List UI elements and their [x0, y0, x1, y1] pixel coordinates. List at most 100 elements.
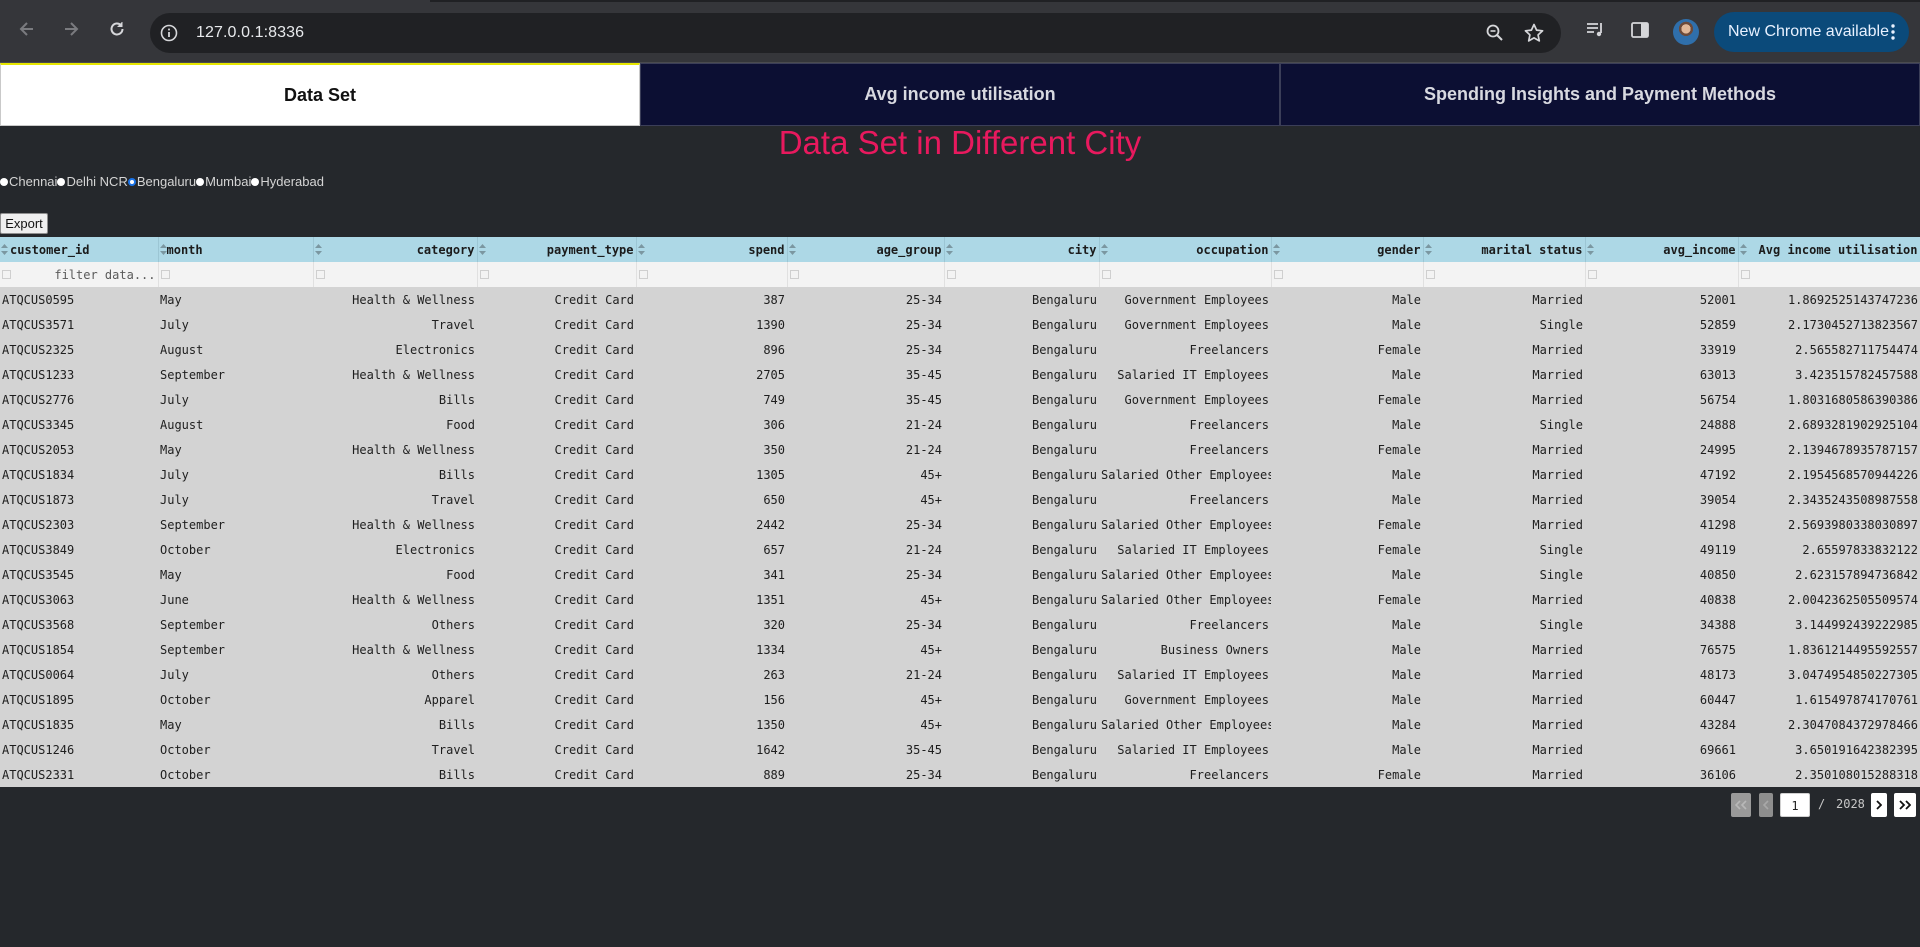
- table-cell[interactable]: 52001: [1585, 287, 1738, 312]
- table-cell[interactable]: 2.1954568570944226: [1738, 462, 1920, 487]
- table-cell[interactable]: 657: [636, 537, 787, 562]
- table-cell[interactable]: Female: [1271, 537, 1423, 562]
- table-cell[interactable]: Male: [1271, 612, 1423, 637]
- table-cell[interactable]: Bengaluru: [944, 662, 1099, 687]
- table-cell[interactable]: Freelancers: [1099, 487, 1271, 512]
- table-cell[interactable]: 45+: [787, 462, 944, 487]
- table-cell[interactable]: Married: [1423, 637, 1585, 662]
- table-cell[interactable]: 45+: [787, 587, 944, 612]
- table-cell[interactable]: 36106: [1585, 762, 1738, 787]
- table-cell[interactable]: Salaried IT Employees: [1099, 662, 1271, 687]
- filter-case-toggle[interactable]: [315, 270, 325, 279]
- table-row[interactable]: ATQCUS1854 September Health & Wellness Cred…: [0, 637, 1920, 662]
- table-cell[interactable]: Freelancers: [1099, 412, 1271, 437]
- filter-case-toggle[interactable]: [479, 270, 489, 279]
- sort-icon[interactable]: [1424, 244, 1432, 255]
- table-row[interactable]: ATQCUS3849 October Electronics Credit Card 6…: [0, 537, 1920, 562]
- column-header[interactable]: occupation: [1099, 237, 1272, 262]
- filter-case-toggle[interactable]: [1101, 270, 1111, 279]
- table-cell[interactable]: 35-45: [787, 387, 944, 412]
- radio-hyderabad[interactable]: Hyderabad: [251, 174, 324, 189]
- table-cell[interactable]: Bengaluru: [944, 587, 1099, 612]
- table-cell[interactable]: Credit Card: [477, 512, 636, 537]
- table-cell[interactable]: Bengaluru: [944, 312, 1099, 337]
- table-cell[interactable]: ATQCUS2325: [0, 337, 158, 362]
- table-cell[interactable]: ATQCUS1854: [0, 637, 158, 662]
- table-cell[interactable]: ATQCUS0595: [0, 287, 158, 312]
- table-cell[interactable]: Travel: [313, 312, 477, 337]
- side-panel-icon[interactable]: [1629, 19, 1651, 41]
- table-cell[interactable]: Single: [1423, 562, 1585, 587]
- table-cell[interactable]: Married: [1423, 512, 1585, 537]
- table-cell[interactable]: 320: [636, 612, 787, 637]
- table-cell[interactable]: October: [158, 687, 313, 712]
- radio-button[interactable]: [251, 177, 260, 186]
- table-cell[interactable]: Married: [1423, 737, 1585, 762]
- table-cell[interactable]: 45+: [787, 487, 944, 512]
- table-cell[interactable]: ATQCUS1873: [0, 487, 158, 512]
- table-cell[interactable]: Bengaluru: [944, 687, 1099, 712]
- column-header[interactable]: city: [944, 237, 1100, 262]
- table-cell[interactable]: ATQCUS3545: [0, 562, 158, 587]
- table-cell[interactable]: 3.650191642382395: [1738, 737, 1920, 762]
- table-cell[interactable]: Bengaluru: [944, 362, 1099, 387]
- table-cell[interactable]: 2.565582711754474: [1738, 337, 1920, 362]
- table-cell[interactable]: Credit Card: [477, 662, 636, 687]
- table-cell[interactable]: 39054: [1585, 487, 1738, 512]
- table-cell[interactable]: 35-45: [787, 362, 944, 387]
- filter-input[interactable]: [313, 262, 478, 287]
- table-cell[interactable]: 35-45: [787, 737, 944, 762]
- table-row[interactable]: ATQCUS1873 July Travel Credit Card 650 45+ Ben…: [0, 487, 1920, 512]
- table-cell[interactable]: Married: [1423, 437, 1585, 462]
- table-cell[interactable]: ATQCUS3849: [0, 537, 158, 562]
- table-cell[interactable]: September: [158, 512, 313, 537]
- table-cell[interactable]: Credit Card: [477, 687, 636, 712]
- table-cell[interactable]: July: [158, 487, 313, 512]
- table-cell[interactable]: Credit Card: [477, 387, 636, 412]
- table-cell[interactable]: 1.8361214495592557: [1738, 637, 1920, 662]
- filter-input[interactable]: [1271, 262, 1424, 287]
- table-cell[interactable]: Single: [1423, 312, 1585, 337]
- table-cell[interactable]: Bengaluru: [944, 637, 1099, 662]
- table-cell[interactable]: 2442: [636, 512, 787, 537]
- table-cell[interactable]: Others: [313, 612, 477, 637]
- radio-button[interactable]: [0, 177, 8, 186]
- table-cell[interactable]: 48173: [1585, 662, 1738, 687]
- table-cell[interactable]: ATQCUS3345: [0, 412, 158, 437]
- table-cell[interactable]: Health & Wellness: [313, 587, 477, 612]
- table-cell[interactable]: ATQCUS2303: [0, 512, 158, 537]
- table-cell[interactable]: Married: [1423, 287, 1585, 312]
- table-cell[interactable]: 21-24: [787, 537, 944, 562]
- table-cell[interactable]: 52859: [1585, 312, 1738, 337]
- table-cell[interactable]: 21-24: [787, 437, 944, 462]
- table-cell[interactable]: Credit Card: [477, 712, 636, 737]
- column-header[interactable]: gender: [1271, 237, 1424, 262]
- table-cell[interactable]: Freelancers: [1099, 437, 1271, 462]
- table-cell[interactable]: 3.423515782457588: [1738, 362, 1920, 387]
- table-cell[interactable]: Credit Card: [477, 562, 636, 587]
- site-info-icon[interactable]: [160, 24, 178, 42]
- table-cell[interactable]: 63013: [1585, 362, 1738, 387]
- table-cell[interactable]: ATQCUS1233: [0, 362, 158, 387]
- table-cell[interactable]: June: [158, 587, 313, 612]
- table-cell[interactable]: October: [158, 537, 313, 562]
- table-cell[interactable]: Bengaluru: [944, 337, 1099, 362]
- column-header[interactable]: month: [158, 237, 314, 262]
- table-cell[interactable]: Others: [313, 662, 477, 687]
- table-cell[interactable]: Married: [1423, 762, 1585, 787]
- table-cell[interactable]: 33919: [1585, 337, 1738, 362]
- table-cell[interactable]: May: [158, 287, 313, 312]
- filter-case-toggle[interactable]: [638, 270, 648, 279]
- table-cell[interactable]: Credit Card: [477, 362, 636, 387]
- table-cell[interactable]: 2.3435243508987558: [1738, 487, 1920, 512]
- chrome-update-button[interactable]: New Chrome available: [1714, 12, 1909, 52]
- table-cell[interactable]: Married: [1423, 587, 1585, 612]
- filter-case-toggle[interactable]: [160, 270, 170, 279]
- table-cell[interactable]: Government Employees: [1099, 287, 1271, 312]
- table-cell[interactable]: ATQCUS1895: [0, 687, 158, 712]
- radio-button[interactable]: [196, 177, 205, 186]
- table-cell[interactable]: 2.1394678935787157: [1738, 437, 1920, 462]
- sort-icon[interactable]: [478, 244, 486, 255]
- table-cell[interactable]: September: [158, 637, 313, 662]
- table-cell[interactable]: Male: [1271, 462, 1423, 487]
